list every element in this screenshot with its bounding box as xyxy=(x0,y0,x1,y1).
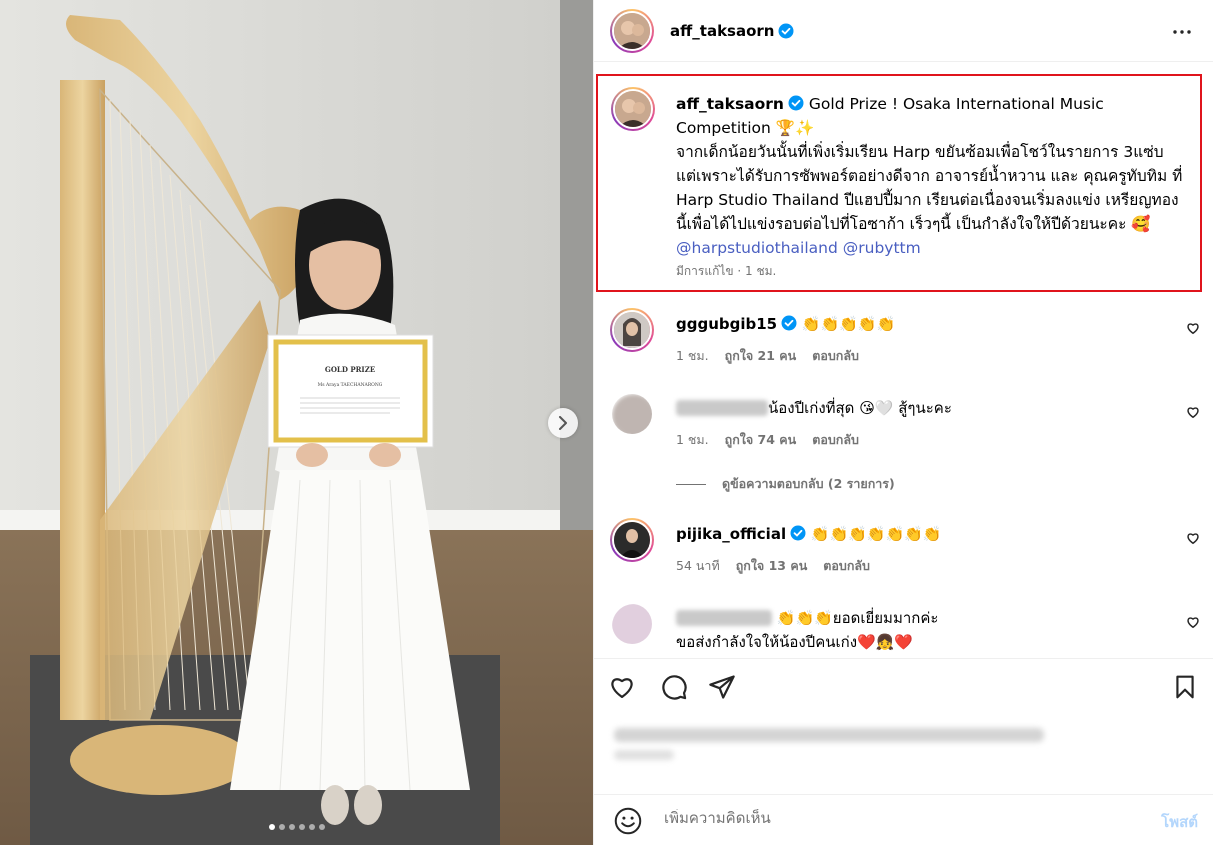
commenter-avatar[interactable] xyxy=(610,602,654,646)
reply-button[interactable]: ตอบกลับ xyxy=(823,556,870,576)
blurred-username xyxy=(676,400,768,416)
comment-time[interactable]: 1 ชม. xyxy=(676,430,709,450)
comments-scroll-area[interactable]: aff_taksaorn Gold Prize ! Osaka Internat… xyxy=(594,62,1213,658)
reply-button[interactable]: ตอบกลับ xyxy=(812,430,859,450)
carousel-indicator xyxy=(0,824,593,830)
commenter-username[interactable]: pijika_official xyxy=(676,525,786,543)
post-photo: GOLD PRIZE Ms Araya TAECHANARONG xyxy=(0,0,593,845)
blurred-username xyxy=(676,610,772,626)
certificate-name: Ms Araya TAECHANARONG xyxy=(318,382,383,388)
post-comment-button[interactable]: โพสต์ xyxy=(1161,810,1198,834)
comment-text: 👏👏👏👏👏👏👏 xyxy=(810,525,942,543)
commenter-avatar[interactable] xyxy=(610,392,654,436)
caption-username[interactable]: aff_taksaorn xyxy=(676,95,784,113)
comment-text: 👏👏👏ยอดเยี่ยมมากค่ะ xyxy=(776,609,939,627)
heart-icon[interactable] xyxy=(1186,321,1200,335)
comment-text-line2: ขอส่งกำลังใจให้น้องปีคนเก่ง❤️👧❤️ xyxy=(676,633,914,651)
mention-link[interactable]: @rubyttm xyxy=(843,239,921,257)
comment-meta: 1 ชม. ถูกใจ 74 คน ตอบกลับ xyxy=(676,430,859,450)
post-header: aff_taksaorn xyxy=(594,0,1213,62)
comment-bubble-icon[interactable] xyxy=(660,673,688,701)
emoji-icon[interactable] xyxy=(614,807,642,835)
caption-author-avatar[interactable] xyxy=(611,87,655,131)
commenter-username[interactable]: gggubgib15 xyxy=(676,315,777,333)
comment-likes[interactable]: ถูกใจ 21 คน xyxy=(725,346,797,366)
comment-meta: 1 ชม. ถูกใจ 21 คน ตอบกลับ xyxy=(676,346,859,366)
post-side-panel: aff_taksaorn aff_taksaorn Gold Prize ! O… xyxy=(593,0,1213,845)
heart-icon[interactable] xyxy=(1186,615,1200,629)
post-media[interactable]: GOLD PRIZE Ms Araya TAECHANARONG xyxy=(0,0,593,845)
likes-summary-blurred xyxy=(614,728,1044,742)
caption-body: จากเด็กน้อยวันนั้นที่เพิ่งเริ่มเรียน Har… xyxy=(676,143,1183,233)
certificate-title: GOLD PRIZE xyxy=(325,365,375,374)
carousel-next-button[interactable] xyxy=(548,408,578,438)
carousel-dot xyxy=(308,824,315,830)
view-replies-button[interactable]: ดูข้อความตอบกลับ (2 รายการ) xyxy=(676,474,895,494)
heart-icon[interactable] xyxy=(1186,405,1200,419)
carousel-dot xyxy=(288,824,295,830)
comment-text: 👏👏👏👏👏 xyxy=(801,315,896,333)
carousel-dot xyxy=(318,824,325,830)
chevron-right-icon xyxy=(559,416,567,430)
verified-badge-icon xyxy=(788,95,804,111)
verified-badge-icon xyxy=(781,315,797,331)
save-bookmark-icon[interactable] xyxy=(1172,673,1198,701)
caption-line1: Gold Prize ! Osaka International Music xyxy=(808,95,1104,113)
post-actions-bar xyxy=(594,658,1213,718)
comment-likes[interactable]: ถูกใจ 13 คน xyxy=(736,556,808,576)
comment-input[interactable] xyxy=(664,809,1124,827)
commenter-avatar[interactable] xyxy=(610,518,654,562)
comment-time[interactable]: 54 นาที xyxy=(676,556,720,576)
mention-link[interactable]: @harpstudiothailand xyxy=(676,239,838,257)
carousel-dot xyxy=(278,824,285,830)
carousel-dot xyxy=(298,824,305,830)
verified-badge-icon xyxy=(778,23,794,38)
heart-icon[interactable] xyxy=(1186,531,1200,545)
post-caption: aff_taksaorn Gold Prize ! Osaka Internat… xyxy=(596,74,1202,292)
divider-line xyxy=(676,483,706,485)
like-heart-icon[interactable] xyxy=(608,673,636,701)
more-options-icon[interactable] xyxy=(1170,20,1194,44)
carousel-dot xyxy=(268,824,275,830)
reply-button[interactable]: ตอบกลับ xyxy=(812,346,859,366)
comment-text: น้องปีเก่งที่สุด 😘🤍 สู้ๆนะคะ xyxy=(768,399,952,417)
author-username[interactable]: aff_taksaorn xyxy=(670,22,774,40)
caption-line2: Competition 🏆✨ xyxy=(676,119,815,137)
author-avatar[interactable] xyxy=(610,8,654,53)
add-comment-bar: โพสต์ xyxy=(594,794,1213,845)
instagram-post-view: GOLD PRIZE Ms Araya TAECHANARONG aff_tak… xyxy=(0,0,1213,845)
comment-meta: 54 นาที ถูกใจ 13 คน ตอบกลับ xyxy=(676,556,870,576)
caption-text: aff_taksaorn Gold Prize ! Osaka Internat… xyxy=(676,92,1186,260)
caption-meta: มีการแก้ไข · 1 ชม. xyxy=(676,264,777,278)
comment-likes[interactable]: ถูกใจ 74 คน xyxy=(725,430,797,450)
comment-time[interactable]: 1 ชม. xyxy=(676,346,709,366)
commenter-avatar[interactable] xyxy=(610,308,654,352)
view-replies-label: ดูข้อความตอบกลับ (2 รายการ) xyxy=(722,476,895,491)
verified-badge-icon xyxy=(790,525,806,541)
share-paper-plane-icon[interactable] xyxy=(708,673,736,701)
post-date-blurred xyxy=(614,750,674,760)
